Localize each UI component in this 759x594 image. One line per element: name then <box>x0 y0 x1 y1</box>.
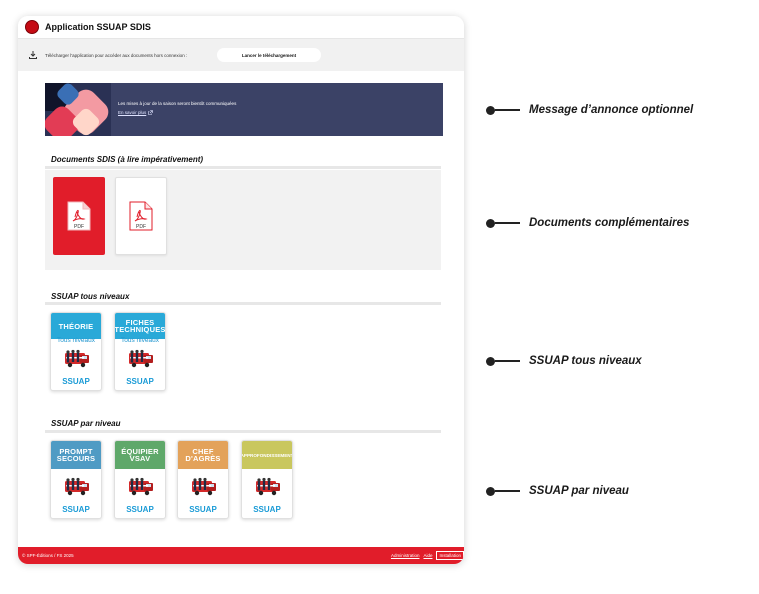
ambulance-crew-icon <box>256 477 280 496</box>
tile-brand: SSUAP <box>189 505 217 514</box>
module-tile-prompt-secours[interactable]: PROMPT SECOURS SSUAP <box>50 440 102 519</box>
callout-label: Message d’annonce optionnel <box>529 104 694 116</box>
app-logo-icon <box>25 20 39 34</box>
section-title-par-niveau: SSUAP par niveau <box>51 419 121 428</box>
pdf-icon: PDF <box>129 201 153 231</box>
callout-tous-niveaux: SSUAP tous niveaux <box>486 355 642 367</box>
section-title-tous-niveaux: SSUAP tous niveaux <box>51 292 130 301</box>
download-icon <box>29 51 37 59</box>
tile-brand: SSUAP <box>253 505 281 514</box>
module-tile-approfondissement[interactable]: APPROFONDISSEMENT SSUAP <box>241 440 293 519</box>
ambulance-crew-icon <box>65 477 89 496</box>
documents-panel: PDF PDF <box>45 170 441 270</box>
tile-title: PROMPT SECOURS <box>51 441 101 469</box>
external-link-icon <box>148 110 154 115</box>
pdf-label: PDF <box>136 224 146 230</box>
pdf-document-card[interactable]: PDF <box>115 177 167 255</box>
callout-par-niveau: SSUAP par niveau <box>486 485 629 497</box>
tile-brand: SSUAP <box>62 505 90 514</box>
tile-brand: SSUAP <box>62 377 90 386</box>
callout-dot <box>486 356 495 366</box>
section-divider <box>45 166 441 169</box>
app-titlebar: Application SSUAP SDIS <box>18 16 464 39</box>
section-divider <box>45 302 441 305</box>
tile-title: APPROFONDISSEMENT <box>242 441 292 469</box>
pdf-label: PDF <box>74 224 84 230</box>
tile-brand: SSUAP <box>126 377 154 386</box>
footer-link-aide[interactable]: Aide <box>423 553 432 558</box>
download-bar-text: Télécharger l'application pour accéder a… <box>45 52 188 58</box>
callout-dot <box>486 105 495 115</box>
footer-links: Administration Aide Installation <box>391 547 464 564</box>
app-footer: © SPF-Éditions / FS 2025 Administration … <box>18 547 464 564</box>
ambulance-crew-icon <box>192 477 216 496</box>
callout-dot <box>486 218 495 228</box>
callout-announcement: Message d’annonce optionnel <box>486 104 693 116</box>
download-bar: Télécharger l'application pour accéder a… <box>18 39 464 71</box>
tile-title: ÉQUIPIER VSAV <box>115 441 165 469</box>
section-divider <box>45 430 441 433</box>
callout-line <box>495 360 520 362</box>
app-window: Application SSUAP SDIS Télécharger l'app… <box>18 16 464 564</box>
callout-label: SSUAP tous niveaux <box>529 355 642 367</box>
tile-title: CHEF D'AGRÈS <box>178 441 228 469</box>
callout-label: SSUAP par niveau <box>529 485 629 497</box>
callout-dot <box>486 486 495 496</box>
callout-line <box>495 490 520 492</box>
ambulance-crew-icon <box>65 349 89 368</box>
callout-line <box>495 109 520 111</box>
callout-label: Documents complémentaires <box>529 217 690 229</box>
learn-more-link[interactable]: En savoir plus <box>118 110 154 115</box>
ambulance-crew-icon <box>129 477 153 496</box>
module-tile-theorie[interactable]: THÉORIE Tous niveaux SSUAP <box>50 312 102 391</box>
callout-documents: Documents complémentaires <box>486 217 689 229</box>
tile-subtitle: Tous niveaux <box>57 337 95 344</box>
tile-title: FICHES TECHNIQUES <box>115 313 165 339</box>
announcement-banner: Les mises à jour de la saison seront bie… <box>45 83 443 136</box>
footer-copyright: © SPF-Éditions / FS 2025 <box>22 553 74 558</box>
announcement-art <box>45 83 111 136</box>
section-title-docs: Documents SDIS (à lire impérativement) <box>51 155 204 164</box>
learn-more-label: En savoir plus <box>118 110 147 115</box>
pdf-icon: PDF <box>67 201 91 231</box>
callout-line <box>495 222 520 224</box>
footer-link-administration[interactable]: Administration <box>391 553 420 558</box>
module-tile-chef-agres[interactable]: CHEF D'AGRÈS SSUAP <box>177 440 229 519</box>
module-tile-equipier-vsav[interactable]: ÉQUIPIER VSAV SSUAP <box>114 440 166 519</box>
pdf-document-card[interactable]: PDF <box>53 177 105 255</box>
footer-link-installation[interactable]: Installation <box>436 551 464 560</box>
tile-title: THÉORIE <box>51 313 101 339</box>
module-tile-fiches-techniques[interactable]: FICHES TECHNIQUES Tous niveaux SSUAP <box>114 312 166 391</box>
announcement-text: Les mises à jour de la saison seront bie… <box>118 101 237 106</box>
app-title: Application SSUAP SDIS <box>45 22 151 32</box>
ambulance-crew-icon <box>129 349 153 368</box>
tile-brand: SSUAP <box>126 505 154 514</box>
start-download-button[interactable]: Lancer le téléchargement <box>217 48 321 62</box>
tile-subtitle: Tous niveaux <box>121 337 159 344</box>
